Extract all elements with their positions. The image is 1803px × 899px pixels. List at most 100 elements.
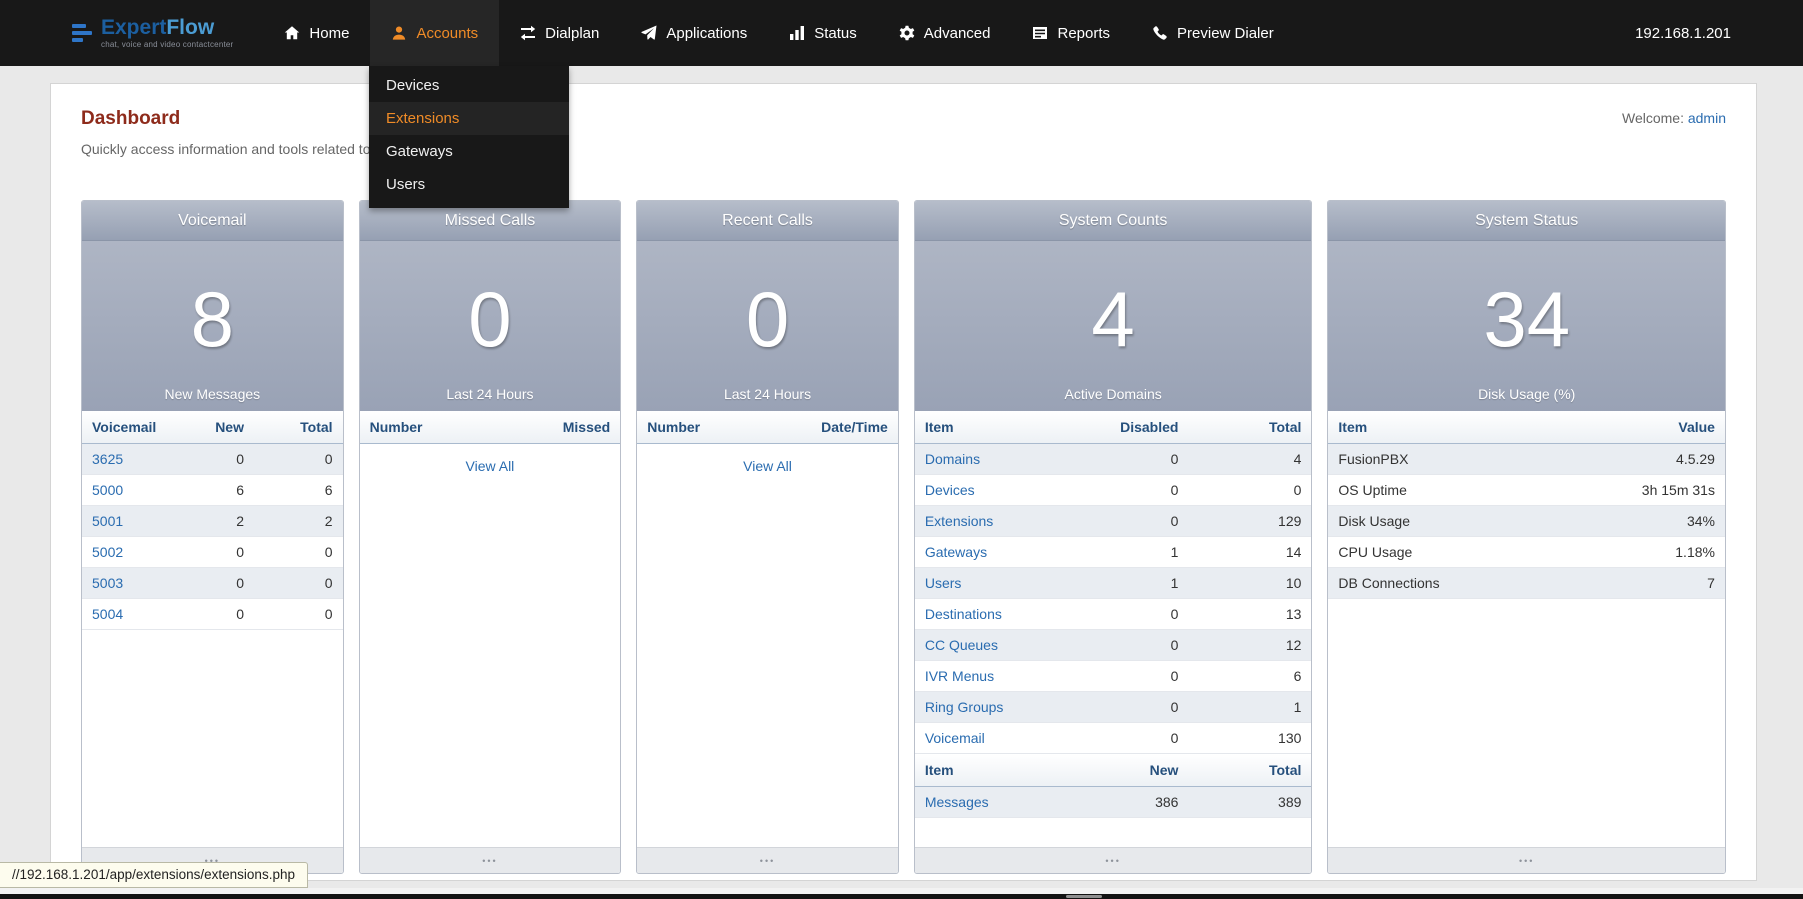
table-cell: 1 xyxy=(1188,699,1311,715)
nav-accounts[interactable]: Accounts xyxy=(370,0,499,66)
column-header: Date/Time xyxy=(754,419,897,435)
table-cell-link[interactable]: Users xyxy=(915,575,1093,591)
welcome-user-link[interactable]: admin xyxy=(1688,110,1726,126)
table-cell: CPU Usage xyxy=(1328,544,1526,560)
nav-advanced[interactable]: Advanced xyxy=(878,0,1012,66)
browser-status-link-preview: //192.168.1.201/app/extensions/extension… xyxy=(0,862,308,888)
column-header: Value xyxy=(1527,419,1725,435)
table-row: Extensions0129 xyxy=(915,506,1312,537)
phone-icon xyxy=(1152,25,1168,41)
accounts-dropdown-menu: Devices Extensions Gateways Users xyxy=(369,66,569,208)
paper-plane-icon xyxy=(641,25,657,41)
table-row: Users110 xyxy=(915,568,1312,599)
table-row: OS Uptime3h 15m 31s xyxy=(1328,475,1725,506)
table-cell: 0 xyxy=(1093,699,1188,715)
column-header: Missed xyxy=(490,419,620,435)
table-cell: 0 xyxy=(1093,668,1188,684)
table-cell-link[interactable]: IVR Menus xyxy=(915,668,1093,684)
report-icon xyxy=(1032,25,1048,41)
recent-calls-card-footer[interactable]: ••• xyxy=(637,847,898,873)
voicemail-card-title: Voicemail xyxy=(82,201,343,241)
menu-item-gateways[interactable]: Gateways xyxy=(369,135,569,168)
nav-accounts-label: Accounts xyxy=(416,25,478,42)
table-cell-link[interactable]: 5000 xyxy=(82,482,186,498)
nav-home[interactable]: Home xyxy=(263,0,370,66)
missed-calls-view-all-link[interactable]: View All xyxy=(466,458,515,474)
ellipsis-icon: ••• xyxy=(760,856,775,866)
system-counts-table-body: Domains04Devices00Extensions0129Gateways… xyxy=(915,444,1312,754)
nav-applications[interactable]: Applications xyxy=(620,0,768,66)
menu-item-users[interactable]: Users xyxy=(369,168,569,201)
table-cell: 0 xyxy=(1093,730,1188,746)
table-row: IVR Menus06 xyxy=(915,661,1312,692)
dashboard-content: Dashboard Quickly access information and… xyxy=(50,83,1757,881)
column-header: Total xyxy=(1188,419,1311,435)
voicemail-big-number: 8 xyxy=(191,280,234,358)
recent-calls-card-title: Recent Calls xyxy=(637,201,898,241)
welcome-label: Welcome: xyxy=(1622,110,1684,126)
table-cell: 389 xyxy=(1188,794,1311,810)
system-counts-card-footer[interactable]: ••• xyxy=(915,847,1312,873)
table-cell-link[interactable]: Devices xyxy=(915,482,1093,498)
nav-dialplan[interactable]: Dialplan xyxy=(499,0,620,66)
server-ip: 192.168.1.201 xyxy=(1635,0,1731,66)
voicemail-table-body: 362500500066500122500200500300500400 xyxy=(82,444,343,630)
table-cell: 0 xyxy=(1188,482,1311,498)
nav-reports[interactable]: Reports xyxy=(1011,0,1131,66)
table-row: 500400 xyxy=(82,599,343,630)
nav-status[interactable]: Status xyxy=(768,0,878,66)
table-row: 500066 xyxy=(82,475,343,506)
table-cell: 6 xyxy=(1188,668,1311,684)
expertflow-logo[interactable]: ExpertFlow chat, voice and video contact… xyxy=(72,0,233,66)
table-cell: 386 xyxy=(1093,794,1188,810)
table-cell-link[interactable]: Extensions xyxy=(915,513,1093,529)
table-cell-link[interactable]: 5001 xyxy=(82,513,186,529)
table-cell-link[interactable]: Ring Groups xyxy=(915,699,1093,715)
brand-name: ExpertFlow xyxy=(101,17,233,38)
gear-icon xyxy=(899,25,915,41)
brand-tagline: chat, voice and video contactcenter xyxy=(101,41,233,49)
menu-item-devices[interactable]: Devices xyxy=(369,69,569,102)
table-cell: 10 xyxy=(1188,575,1311,591)
table-cell-link[interactable]: Messages xyxy=(915,794,1093,810)
ellipsis-icon: ••• xyxy=(1519,856,1534,866)
recent-calls-card: Recent Calls 0 Last 24 Hours NumberDate/… xyxy=(636,200,899,874)
ellipsis-icon: ••• xyxy=(1105,856,1120,866)
menu-item-extensions[interactable]: Extensions xyxy=(369,102,569,135)
table-cell-link[interactable]: 3625 xyxy=(82,451,186,467)
column-header: Item xyxy=(1328,419,1526,435)
table-row: 500300 xyxy=(82,568,343,599)
recent-calls-hero: 0 Last 24 Hours xyxy=(637,241,898,411)
table-cell: 4 xyxy=(1188,451,1311,467)
table-cell: 1 xyxy=(1093,544,1188,560)
table-cell: 130 xyxy=(1188,730,1311,746)
table-cell-link[interactable]: CC Queues xyxy=(915,637,1093,653)
table-cell-link[interactable]: Gateways xyxy=(915,544,1093,560)
recent-calls-view-all-link[interactable]: View All xyxy=(743,458,792,474)
column-header: Item xyxy=(915,762,1093,778)
nav-status-label: Status xyxy=(814,25,857,42)
table-cell-link[interactable]: Domains xyxy=(915,451,1093,467)
missed-calls-table-header: NumberMissed xyxy=(360,411,621,444)
table-cell-link[interactable]: Voicemail xyxy=(915,730,1093,746)
table-cell-link[interactable]: 5004 xyxy=(82,606,186,622)
table-cell-link[interactable]: 5003 xyxy=(82,575,186,591)
system-status-card-footer[interactable]: ••• xyxy=(1328,847,1725,873)
recent-calls-big-number: 0 xyxy=(746,280,789,358)
table-row: Domains04 xyxy=(915,444,1312,475)
expertflow-logo-icon xyxy=(72,23,94,43)
table-cell: 0 xyxy=(186,544,254,560)
table-cell-link[interactable]: Destinations xyxy=(915,606,1093,622)
dashboard-cards-row: Voicemail 8 New Messages VoicemailNewTot… xyxy=(51,200,1756,874)
table-row: Ring Groups01 xyxy=(915,692,1312,723)
nav-preview-dialer[interactable]: Preview Dialer xyxy=(1131,0,1295,66)
missed-calls-card-footer[interactable]: ••• xyxy=(360,847,621,873)
taskbar-edge xyxy=(0,894,1803,899)
table-cell: 0 xyxy=(254,575,343,591)
table-cell: 6 xyxy=(254,482,343,498)
brand-flow: Flow xyxy=(166,16,214,39)
table-row: Messages386389 xyxy=(915,787,1312,818)
brand-expert: Expert xyxy=(101,16,166,39)
table-row: CPU Usage1.18% xyxy=(1328,537,1725,568)
table-cell-link[interactable]: 5002 xyxy=(82,544,186,560)
